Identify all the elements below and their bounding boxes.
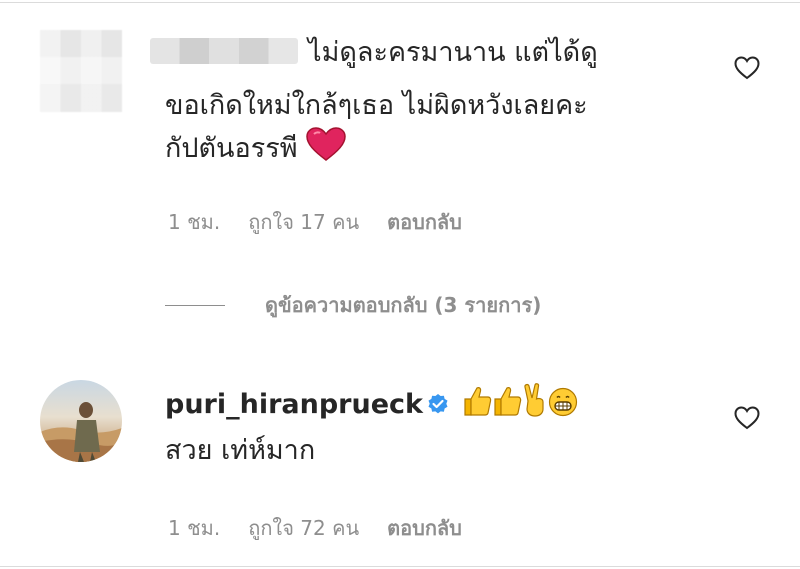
verified-badge-icon <box>428 394 448 414</box>
comment-text-line-1: ไม่ดูละครมานาน แต่ได้ดู <box>308 37 598 68</box>
avatar[interactable] <box>40 380 122 462</box>
avatar-blurred[interactable] <box>40 30 122 112</box>
likes-count[interactable]: ถูกใจ 17 คน <box>248 210 359 234</box>
avatar-photo <box>40 380 122 462</box>
comment-text-line-3: กัปตันอรรพี <box>165 126 346 172</box>
view-replies-label: ดูข้อความตอบกลับ (3 รายการ) <box>265 293 542 317</box>
likes-count[interactable]: ถูกใจ 72 คน <box>248 516 359 540</box>
replies-divider <box>165 304 225 306</box>
like-heart-icon[interactable] <box>734 406 760 430</box>
timestamp[interactable]: 1 ชม. <box>168 210 220 234</box>
grinning-face-icon <box>548 387 577 417</box>
username-blurred[interactable] <box>150 38 298 64</box>
thumbs-up-icon <box>493 387 521 416</box>
like-heart-icon[interactable] <box>734 56 760 80</box>
victory-hand-icon <box>523 383 544 417</box>
top-divider <box>0 2 800 3</box>
reply-button[interactable]: ตอบกลับ <box>387 210 462 234</box>
timestamp[interactable]: 1 ชม. <box>168 516 220 540</box>
reply-button[interactable]: ตอบกลับ <box>387 516 462 540</box>
view-replies-button[interactable]: ดูข้อความตอบกลับ (3 รายการ) <box>165 290 541 320</box>
username[interactable]: puri_hiranprueck <box>165 389 423 420</box>
comment-text-line-2: สวย เท่ห์มาก <box>165 435 316 466</box>
thumbs-up-icon <box>463 387 491 416</box>
bottom-divider <box>0 566 800 567</box>
comment-meta: 1 ชม. ถูกใจ 17 คน ตอบกลับ <box>168 206 490 238</box>
comment-text-line-2: ขอเกิดใหม่ใกล้ๆเธอ ไม่ผิดหวังเลยคะ <box>165 90 588 121</box>
comment-meta: 1 ชม. ถูกใจ 72 คน ตอบกลับ <box>168 512 490 544</box>
comment-text-line-1: puri_hiranprueck <box>165 382 578 428</box>
red-heart-icon <box>306 127 346 161</box>
